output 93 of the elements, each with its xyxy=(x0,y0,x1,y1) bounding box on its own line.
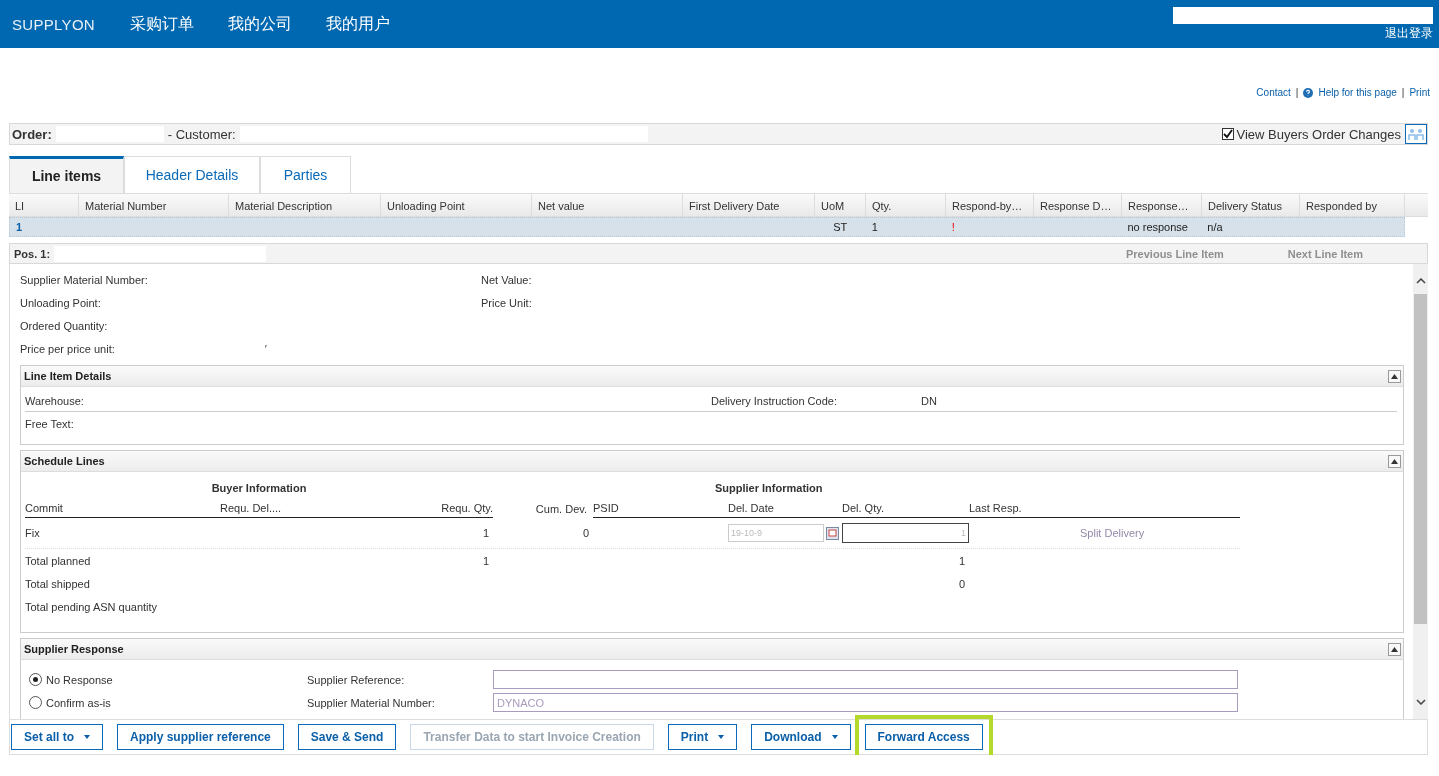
radio-button[interactable] xyxy=(29,696,42,709)
field-label: Price Unit: xyxy=(481,296,532,309)
help-link[interactable]: Help for this page xyxy=(1303,87,1397,98)
field-label: Ordered Quantity: xyxy=(20,319,108,332)
nav-link[interactable]: 采购订单 xyxy=(130,13,194,35)
column-header: Del. Date xyxy=(728,502,774,514)
option-label: No Response xyxy=(46,673,113,686)
column-header[interactable]: Material Description xyxy=(229,194,381,216)
column-header[interactable]: UoM xyxy=(815,194,866,216)
help-icon xyxy=(1303,87,1314,98)
section-title: Schedule Lines xyxy=(24,455,105,467)
table-cell-text: ST xyxy=(832,220,849,235)
collapse-icon[interactable] xyxy=(1388,642,1401,656)
table-cell: 1 xyxy=(482,554,489,567)
table-cell-text: 1 xyxy=(15,220,24,235)
section-title: Supplier Response xyxy=(24,643,124,655)
tab[interactable]: Line items xyxy=(9,156,124,193)
column-header: PSID xyxy=(593,502,619,514)
field-label: Supplier Material Number: xyxy=(20,273,148,286)
collapse-icon[interactable] xyxy=(1388,454,1401,468)
scrollbar-thumb[interactable] xyxy=(1414,294,1427,624)
column-header: Commit xyxy=(25,502,63,514)
table-cell: 1 xyxy=(958,554,965,567)
toolbar-button[interactable]: Forward Access xyxy=(864,724,983,750)
column-header[interactable]: Net value xyxy=(532,194,683,216)
column-header: Del. Qty. xyxy=(842,502,884,514)
toolbar-button[interactable]: Download xyxy=(751,724,851,750)
option-label: Confirm as-is xyxy=(46,696,111,709)
total-label: Total shipped xyxy=(25,577,90,590)
logout-link[interactable]: 退出登录 xyxy=(1385,25,1433,42)
toolbar-button[interactable]: Print xyxy=(667,724,738,750)
nav-link[interactable]: 我的公司 xyxy=(228,13,292,35)
field-label: Free Text: xyxy=(25,418,74,430)
column-header: Last Resp. xyxy=(969,502,1022,514)
scroll-down-icon[interactable] xyxy=(1415,699,1426,705)
toolbar-button[interactable]: Set all to xyxy=(11,724,103,750)
collapse-icon[interactable] xyxy=(1388,369,1401,383)
field-label: Warehouse: xyxy=(25,395,85,407)
table-cell-text: n/a xyxy=(1206,220,1224,235)
table-cell-text: ! xyxy=(950,220,956,235)
supplyon-logo: SUPPLYON xyxy=(12,15,96,33)
input-field[interactable] xyxy=(493,670,1238,689)
column-header[interactable]: Delivery Status xyxy=(1202,194,1300,216)
toolbar-button[interactable]: Apply supplier reference xyxy=(117,724,284,750)
table-cell-text: no response xyxy=(1126,220,1189,235)
position-label: Pos. 1: xyxy=(14,247,51,260)
column-header[interactable]: Qty. xyxy=(866,194,946,216)
nav-link[interactable]: 我的用户 xyxy=(326,13,390,35)
column-header: Requ. Qty. xyxy=(441,502,493,514)
column-header[interactable]: Unloading Point xyxy=(381,194,532,216)
table-cell: 0 xyxy=(958,577,965,590)
field-value: ′ xyxy=(264,342,267,355)
column-header[interactable]: Response D… xyxy=(1034,194,1122,216)
link-separator: | xyxy=(1401,87,1405,98)
scroll-up-icon[interactable] xyxy=(1415,278,1426,284)
table-cell: 0 xyxy=(582,527,589,539)
link-separator: | xyxy=(1295,87,1299,98)
customer-label: - Customer: xyxy=(167,126,236,142)
field-label: Unloading Point: xyxy=(20,296,101,309)
header-link[interactable]: Contact xyxy=(1256,87,1291,98)
total-label: Total pending ASN quantity xyxy=(25,600,158,613)
radio-button[interactable] xyxy=(29,673,42,686)
section-title: Line Item Details xyxy=(24,370,112,382)
field-value: DN xyxy=(921,395,937,407)
view-changes-label: View Buyers Order Changes xyxy=(1236,126,1401,142)
tab[interactable]: Parties xyxy=(260,156,351,193)
grid-row[interactable]: 1 ST 1 ! no response n/a xyxy=(9,217,1405,237)
field-label: Supplier Material Number: xyxy=(307,696,435,709)
calendar-icon[interactable] xyxy=(826,526,839,540)
field-label: Net Value: xyxy=(481,273,532,286)
header-link[interactable]: Print xyxy=(1409,87,1430,98)
group-heading: Buyer Information xyxy=(211,482,307,494)
total-label: Total planned xyxy=(25,554,91,567)
column-header[interactable]: Respond-by… xyxy=(946,194,1034,216)
column-header[interactable]: Response… xyxy=(1122,194,1202,216)
column-header: Requ. Del.... xyxy=(220,502,282,514)
field-label: Delivery Instruction Code: xyxy=(711,395,838,407)
table-cell: 1 xyxy=(482,527,489,539)
column-header[interactable]: LI xyxy=(9,194,79,216)
column-header: Cum. Dev. xyxy=(535,503,587,515)
field-label: Supplier Reference: xyxy=(307,673,405,686)
people-icon[interactable] xyxy=(1405,124,1427,144)
column-header[interactable]: Material Number xyxy=(79,194,229,216)
view-changes-checkbox[interactable] xyxy=(1222,128,1235,140)
order-label: Order: xyxy=(12,126,52,142)
group-heading: Supplier Information xyxy=(715,482,823,494)
column-header[interactable]: First Delivery Date xyxy=(683,194,815,216)
field-label: Price per price unit: xyxy=(20,342,115,355)
table-cell-text: 1 xyxy=(870,220,879,235)
column-header[interactable]: Responded by xyxy=(1300,194,1405,216)
tab[interactable]: Header Details xyxy=(124,156,260,193)
toolbar-button[interactable]: Save & Send xyxy=(297,724,397,750)
commit-value: Fix xyxy=(25,527,40,539)
